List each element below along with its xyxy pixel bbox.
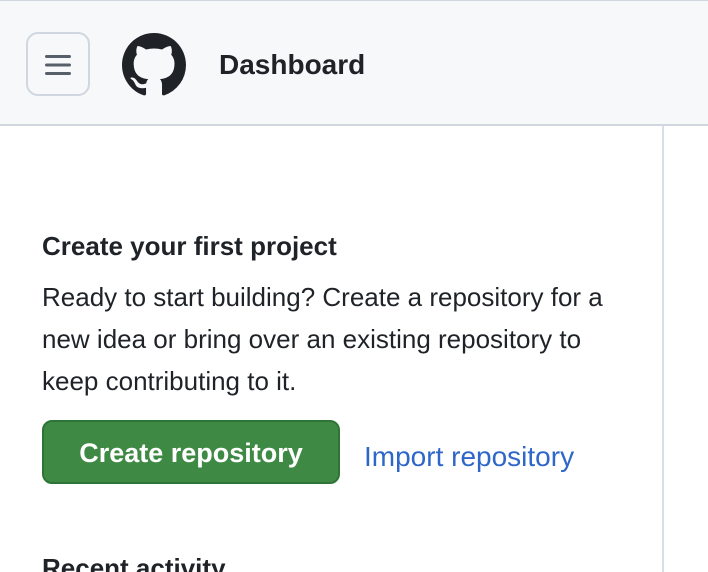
github-home-link[interactable] xyxy=(122,33,186,97)
page-title: Dashboard xyxy=(219,49,366,80)
first-project-heading: Create your first project xyxy=(42,231,337,261)
import-repository-link[interactable]: Import repository xyxy=(364,440,574,474)
top-navigation-bar: Dashboard xyxy=(0,0,708,126)
hamburger-menu-icon xyxy=(45,55,71,75)
dashboard-main-content: Create your first project Ready to start… xyxy=(0,126,664,572)
create-repository-button[interactable]: Create repository xyxy=(42,420,340,484)
recent-activity-heading: Recent activity xyxy=(42,553,226,572)
first-project-description: Ready to start building? Create a reposi… xyxy=(42,282,603,396)
open-global-navigation-button[interactable] xyxy=(26,32,90,96)
github-octocat-icon xyxy=(122,33,186,96)
